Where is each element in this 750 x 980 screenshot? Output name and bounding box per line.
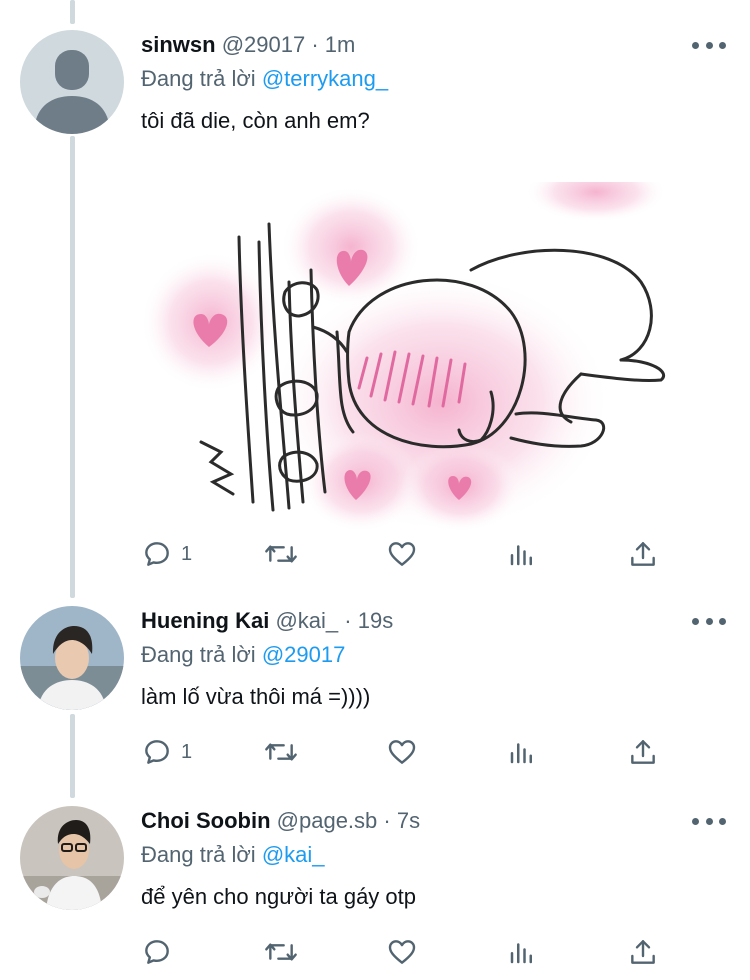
like-icon — [388, 740, 416, 764]
reply-count: 1 — [181, 740, 193, 763]
reply-count: 1 — [181, 542, 193, 565]
tweet-media[interactable] — [141, 162, 701, 552]
display-name[interactable]: Choi Soobin — [141, 808, 271, 833]
timestamp[interactable]: 1m — [325, 32, 356, 57]
handle[interactable]: @kai_ — [275, 608, 338, 633]
analytics-button[interactable] — [507, 932, 537, 972]
timestamp[interactable]: 19s — [358, 608, 393, 633]
share-button[interactable] — [627, 732, 659, 772]
mention-link[interactable]: @29017 — [262, 642, 346, 667]
reply-button[interactable]: 1 — [141, 534, 192, 574]
retweet-button[interactable] — [263, 534, 299, 574]
separator: · — [377, 808, 397, 833]
separator: · — [305, 32, 325, 57]
tweet-text: làm lố vừa thôi má =)))) — [141, 684, 371, 709]
retweet-icon — [265, 545, 297, 563]
analytics-button[interactable] — [507, 534, 537, 574]
more-options-icon[interactable] — [692, 614, 726, 628]
analytics-button[interactable] — [507, 732, 537, 772]
share-button[interactable] — [627, 534, 659, 574]
reply-icon — [145, 542, 169, 566]
analytics-icon — [510, 943, 532, 964]
replying-label: Đang trả lời — [141, 842, 256, 867]
share-button[interactable] — [627, 932, 659, 972]
handle[interactable]: @page.sb — [277, 808, 378, 833]
share-icon — [631, 740, 655, 764]
retweet-button[interactable] — [263, 732, 299, 772]
replying-label: Đang trả lời — [141, 66, 256, 91]
like-button[interactable] — [385, 732, 419, 772]
separator: · — [338, 608, 358, 633]
timestamp[interactable]: 7s — [397, 808, 420, 833]
like-icon — [388, 940, 416, 964]
replying-to: Đang trả lời @29017 — [141, 640, 345, 670]
more-options-icon[interactable] — [692, 814, 726, 828]
tweet-text: để yên cho người ta gáy otp — [141, 884, 416, 909]
avatar[interactable] — [20, 606, 124, 710]
tweet-actions: 1 — [141, 732, 681, 772]
default-avatar-icon — [20, 30, 124, 134]
replying-to: Đang trả lời @terrykang_ — [141, 64, 388, 94]
retweet-icon — [265, 943, 297, 961]
retweet-icon — [265, 743, 297, 761]
avatar[interactable] — [20, 30, 124, 134]
thread-line — [70, 136, 75, 598]
avatar[interactable] — [20, 806, 124, 910]
tweet-header: sinwsn @29017 · 1m — [141, 30, 355, 60]
tweet-actions: 1 — [141, 534, 681, 574]
retweet-button[interactable] — [263, 932, 299, 972]
sketch-image — [141, 162, 701, 552]
share-icon — [631, 542, 655, 566]
handle[interactable]: @29017 — [222, 32, 306, 57]
like-button[interactable] — [385, 932, 419, 972]
replying-to: Đang trả lời @kai_ — [141, 840, 325, 870]
reply-icon — [145, 940, 169, 964]
like-icon — [388, 542, 416, 566]
profile-photo-icon — [20, 606, 124, 710]
mention-link[interactable]: @kai_ — [262, 842, 325, 867]
like-button[interactable] — [385, 534, 419, 574]
reply-button[interactable] — [141, 932, 173, 972]
thread-line — [70, 0, 75, 24]
tweet-text: tôi đã die, còn anh em? — [141, 108, 370, 133]
replying-label: Đang trả lời — [141, 642, 256, 667]
tweet-header: Huening Kai @kai_ · 19s — [141, 606, 393, 636]
display-name[interactable]: sinwsn — [141, 32, 216, 57]
analytics-icon — [510, 743, 532, 764]
thread-line — [70, 714, 75, 798]
analytics-icon — [510, 545, 532, 566]
profile-photo-icon — [20, 806, 124, 910]
reply-icon — [145, 740, 169, 764]
share-icon — [631, 940, 655, 964]
more-options-icon[interactable] — [692, 38, 726, 52]
mention-link[interactable]: @terrykang_ — [262, 66, 388, 91]
reply-button[interactable]: 1 — [141, 732, 192, 772]
tweet-actions — [141, 932, 681, 972]
tweet-header: Choi Soobin @page.sb · 7s — [141, 806, 420, 836]
display-name[interactable]: Huening Kai — [141, 608, 269, 633]
